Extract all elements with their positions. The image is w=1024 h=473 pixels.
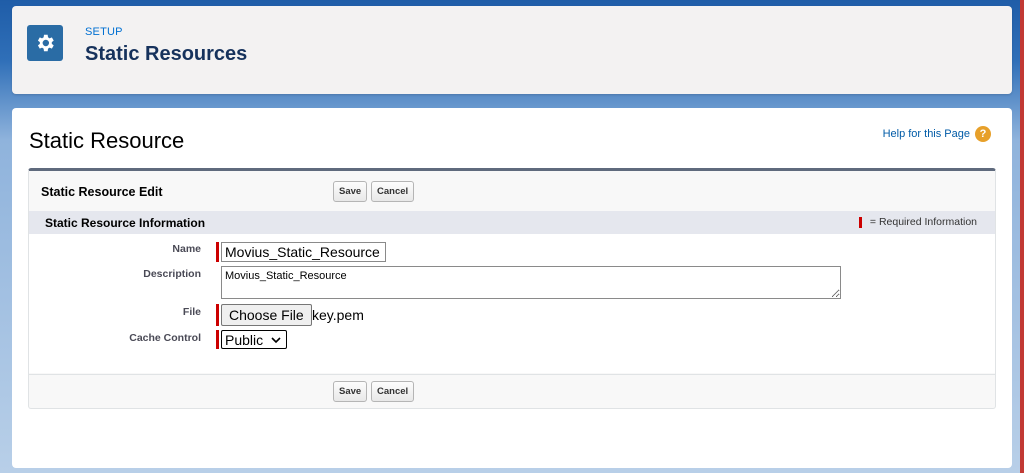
cancel-button-top[interactable]: Cancel	[371, 181, 415, 202]
cache-required-marker	[216, 330, 219, 349]
section-title: Static Resource Information	[45, 216, 206, 230]
description-label: Description	[143, 268, 201, 280]
required-marker	[858, 216, 862, 228]
file-required-marker	[216, 304, 219, 326]
save-button-top[interactable]: Save	[333, 181, 368, 202]
cache-control-select[interactable]: Public	[221, 330, 287, 349]
panel-footer: Save Cancel	[29, 374, 995, 409]
cache-control-value: Public	[225, 331, 264, 348]
help-link-label[interactable]: Help for this Page	[883, 128, 970, 140]
help-link[interactable]: Help for this Page ?	[883, 126, 991, 142]
header-eyebrow: SETUP	[85, 26, 123, 38]
chevron-down-icon	[270, 333, 282, 349]
cache-control-label: Cache Control	[129, 332, 201, 344]
page-title: Static Resource	[29, 128, 185, 153]
edit-panel: Static Resource Edit Save Cancel Static …	[28, 168, 996, 409]
name-label: Name	[172, 243, 201, 255]
setup-header: SETUP Static Resources	[12, 6, 1012, 94]
section-header: Static Resource Information = Required I…	[29, 211, 995, 234]
cancel-button-bottom[interactable]: Cancel	[371, 381, 415, 402]
save-button-bottom[interactable]: Save	[333, 381, 368, 402]
window-edge	[1020, 0, 1024, 473]
help-icon[interactable]: ?	[975, 126, 991, 142]
file-label: File	[182, 306, 201, 318]
form-body: Name Description Movius_Static_Resource …	[29, 234, 995, 373]
name-input[interactable]	[221, 242, 386, 262]
file-name: key.pem	[312, 307, 364, 323]
panel-title: Static Resource Edit	[41, 185, 163, 199]
header-title: Static Resources	[85, 43, 248, 65]
required-legend: = Required Information	[858, 216, 977, 228]
main-content: Static Resource Help for this Page ? Sta…	[12, 108, 1012, 468]
choose-file-button[interactable]: Choose File	[221, 304, 312, 326]
name-required-marker	[216, 242, 219, 262]
gear-icon	[27, 25, 63, 61]
required-legend-text: = Required Information	[869, 216, 977, 228]
description-textarea[interactable]: Movius_Static_Resource	[221, 266, 841, 299]
